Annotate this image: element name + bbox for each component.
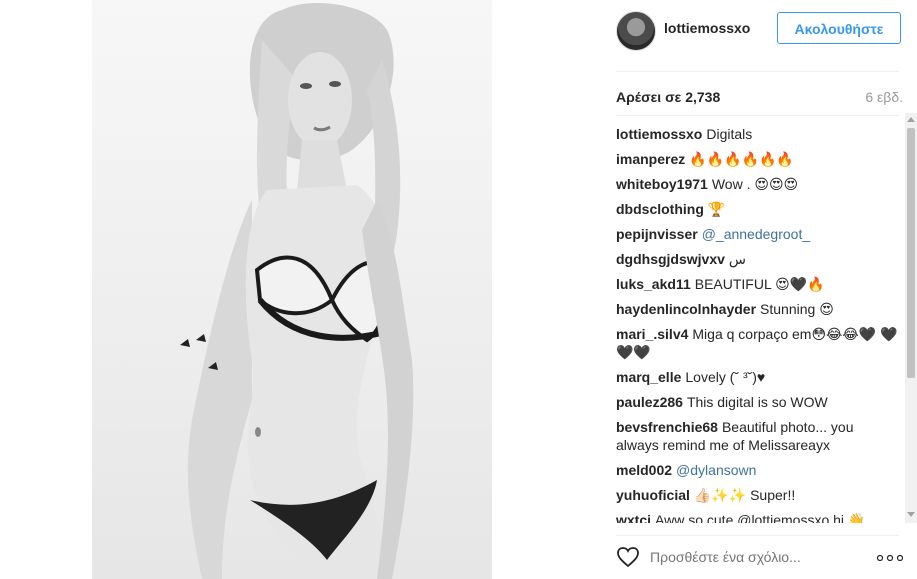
comment-row: luks_akd11 BEAUTIFUL 😍🖤🔥 [616, 275, 898, 293]
comment-text: Lovely (˘ ³˘)♥ [685, 369, 766, 385]
comment-row: dbdsclothing 🏆 [616, 200, 898, 218]
comment-row: lottiemossxo Digitals [616, 125, 898, 143]
comment-text: Stunning 😍 [760, 301, 834, 317]
post-timestamp[interactable]: 6 εβδ. [865, 89, 903, 105]
scroll-down-arrow-icon[interactable] [907, 512, 915, 517]
comment-row: meld002 @dylansown [616, 461, 898, 479]
comment-text: Digitals [706, 126, 753, 142]
avatar[interactable] [616, 11, 656, 51]
comment-text: Aww so cute @lottiemossxo hi 👋 [655, 512, 866, 523]
divider [616, 115, 899, 116]
likes-count[interactable]: Αρέσει σε 2,738 [616, 89, 720, 105]
comment-row: imanperez 🔥🔥🔥🔥🔥🔥 [616, 150, 898, 168]
comment-text: Wow . 😍😍😍 [711, 176, 799, 192]
comment-row: dgdhsgjdswjvxv س [616, 250, 898, 268]
comment-username[interactable]: yuhuoficial [616, 487, 690, 503]
comment-username[interactable]: pepijnvisser [616, 226, 698, 242]
comment-row: bevsfrenchie68 Beautiful photo... you alw… [616, 418, 898, 454]
comments-list: lottiemossxo Digitals imanperez 🔥🔥🔥🔥🔥🔥 white… [616, 125, 898, 523]
post-sidebar: lottiemossxo Ακολουθήστε Αρέσει σε 2,738… [604, 0, 917, 579]
comment-username[interactable]: whiteboy1971 [616, 176, 708, 192]
comment-row: marq_elle Lovely (˘ ³˘)♥ [616, 368, 898, 386]
comment-username[interactable]: mari_.silv4 [616, 326, 688, 342]
scrollbar-thumb[interactable] [907, 128, 915, 378]
comment-row: paulez286 This digital is so WOW [616, 393, 898, 411]
comment-bar [604, 540, 917, 579]
divider [616, 71, 899, 72]
comment-row: whiteboy1971 Wow . 😍😍😍 [616, 175, 898, 193]
comment-username[interactable]: paulez286 [616, 394, 683, 410]
comment-text: 🏆 [707, 201, 726, 217]
comment-username[interactable]: bevsfrenchie68 [616, 419, 718, 435]
comment-username[interactable]: wxtci [616, 512, 651, 523]
heart-icon[interactable] [616, 546, 640, 568]
comment-text: 🔥🔥🔥🔥🔥🔥 [689, 151, 794, 167]
username-link[interactable]: lottiemossxo [664, 20, 750, 36]
post-header: lottiemossxo Ακολουθήστε [604, 0, 917, 60]
scroll-up-arrow-icon[interactable] [907, 117, 915, 122]
comment-input[interactable] [650, 547, 850, 567]
comment-mention[interactable]: @_annedegroot_ [702, 226, 810, 242]
comment-text: This digital is so WOW [686, 394, 828, 410]
more-options-icon[interactable] [877, 555, 903, 561]
comment-row: yuhuoficial 👍🏻✨✨ Super!! [616, 486, 898, 504]
comment-username[interactable]: marq_elle [616, 369, 681, 385]
comment-username[interactable]: imanperez [616, 151, 685, 167]
comment-username[interactable]: haydenlincolnhayder [616, 301, 756, 317]
photo-illustration [180, 2, 414, 579]
comment-username[interactable]: dbdsclothing [616, 201, 704, 217]
comment-row: wxtci Aww so cute @lottiemossxo hi 👋 [616, 511, 898, 523]
comment-text: س [728, 251, 747, 267]
comment-username[interactable]: lottiemossxo [616, 126, 702, 142]
comment-row: mari_.silv4 Miga q corpaço em😳😂😂🖤 🖤🖤🖤 [616, 325, 898, 361]
comment-mention[interactable]: @dylansown [676, 462, 756, 478]
follow-button[interactable]: Ακολουθήστε [777, 12, 901, 44]
post-photo[interactable] [92, 0, 492, 579]
comment-username[interactable]: meld002 [616, 462, 672, 478]
comment-username[interactable]: luks_akd11 [616, 276, 691, 292]
comment-row: haydenlincolnhayder Stunning 😍 [616, 300, 898, 318]
comment-username[interactable]: dgdhsgjdswjvxv [616, 251, 725, 267]
comment-row: pepijnvisser @_annedegroot_ [616, 225, 898, 243]
comment-text: BEAUTIFUL 😍🖤🔥 [694, 276, 825, 292]
comment-text: 👍🏻✨✨ Super!! [693, 487, 796, 503]
divider [616, 535, 899, 536]
